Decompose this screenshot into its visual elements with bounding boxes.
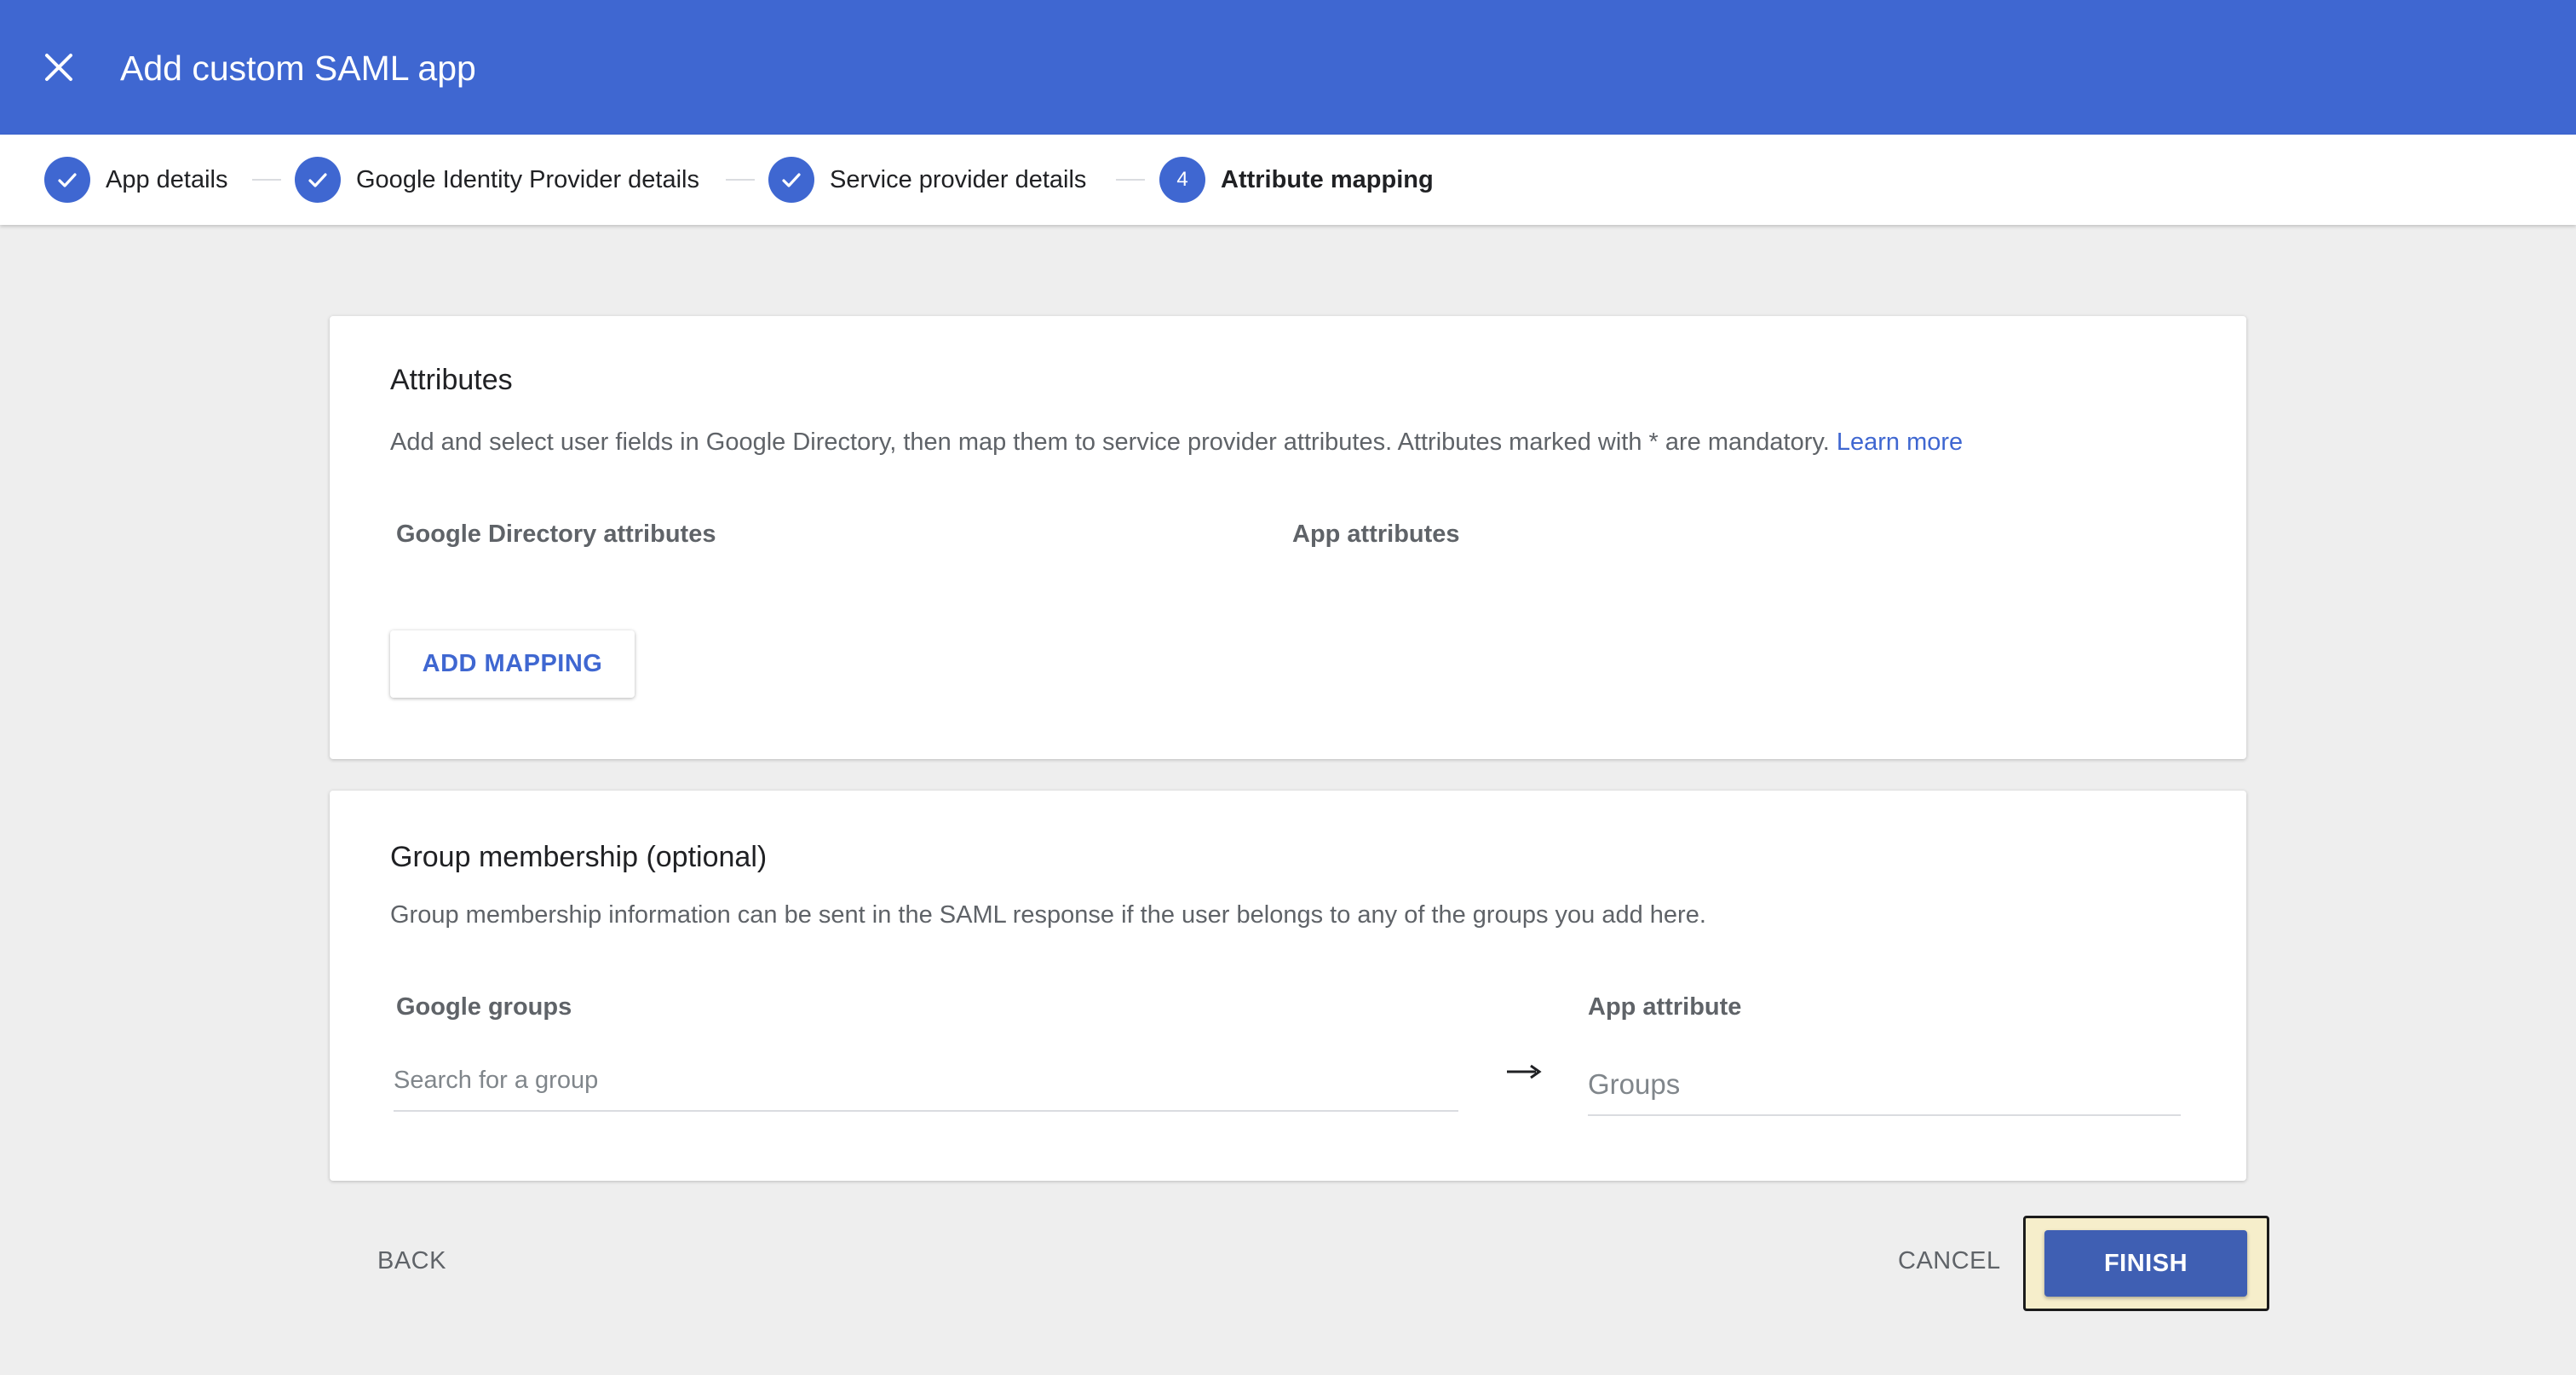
- step-label: App details: [106, 165, 228, 193]
- app-attribute-header: App attribute: [1588, 993, 1742, 1021]
- learn-more-link[interactable]: Learn more: [1837, 429, 1963, 456]
- cancel-button[interactable]: CANCEL: [1898, 1247, 2001, 1275]
- stepper: App details Google Identity Provider det…: [0, 135, 2576, 225]
- add-mapping-button[interactable]: ADD MAPPING: [390, 630, 635, 698]
- app-header: Add custom SAML app: [0, 0, 2576, 135]
- step-label: Service provider details: [830, 165, 1087, 193]
- page-title: Add custom SAML app: [120, 49, 476, 88]
- attributes-description-text: Add and select user fields in Google Dir…: [390, 429, 1830, 456]
- step-connector: [1116, 179, 1145, 181]
- group-membership-description: Group membership information can be sent…: [390, 901, 1706, 929]
- close-icon[interactable]: [44, 53, 73, 82]
- group-search-input[interactable]: [394, 1050, 1458, 1112]
- check-icon: [768, 157, 814, 203]
- step-label: Attribute mapping: [1221, 165, 1434, 193]
- back-button[interactable]: BACK: [377, 1247, 446, 1275]
- attributes-title: Attributes: [390, 364, 513, 396]
- step-label: Google Identity Provider details: [356, 165, 699, 193]
- attributes-description: Add and select user fields in Google Dir…: [390, 429, 1963, 457]
- step-attribute-mapping[interactable]: 4 Attribute mapping: [1159, 156, 1434, 204]
- check-icon: [295, 157, 341, 203]
- step-app-details[interactable]: App details: [44, 156, 228, 204]
- step-connector: [726, 179, 755, 181]
- step-google-idp-details[interactable]: Google Identity Provider details: [295, 156, 712, 204]
- app-attributes-header: App attributes: [1292, 521, 1460, 548]
- step-number: 4: [1159, 157, 1205, 203]
- attributes-card: Attributes Add and select user fields in…: [330, 316, 2246, 759]
- group-membership-title: Group membership (optional): [390, 841, 768, 873]
- google-directory-attributes-header: Google Directory attributes: [396, 521, 716, 548]
- step-connector: [252, 179, 281, 181]
- check-icon: [44, 157, 90, 203]
- app-attribute-input[interactable]: [1588, 1055, 2181, 1116]
- google-groups-header: Google groups: [396, 993, 572, 1021]
- close-button[interactable]: [37, 46, 80, 89]
- group-membership-card: Group membership (optional) Group member…: [330, 791, 2246, 1181]
- step-service-provider-details[interactable]: Service provider details: [768, 156, 1086, 204]
- arrow-right-icon: [1507, 1064, 1542, 1079]
- finish-button[interactable]: FINISH: [2044, 1230, 2247, 1297]
